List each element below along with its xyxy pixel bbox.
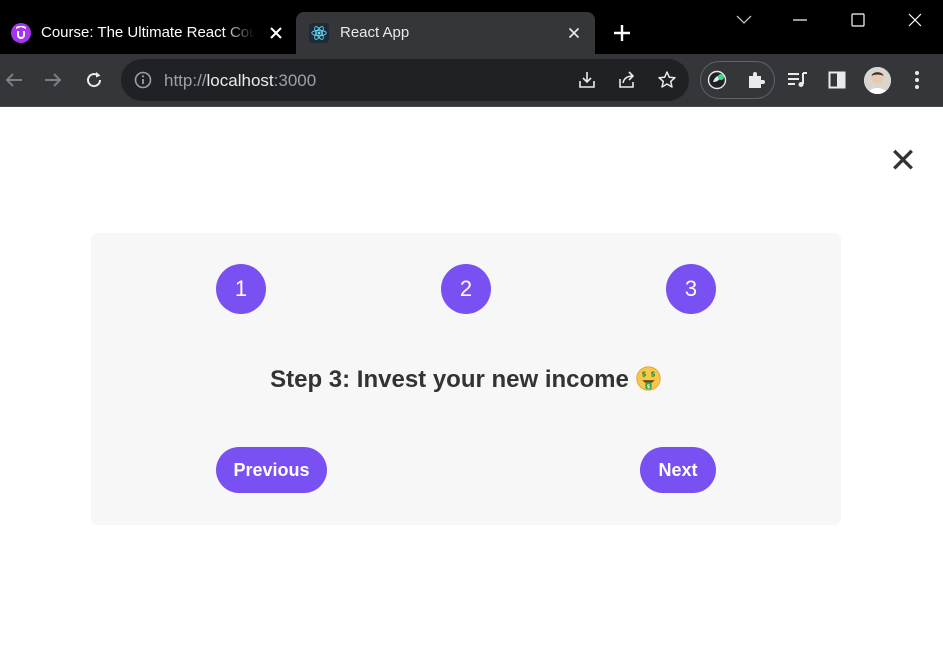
new-tab-button[interactable] bbox=[608, 20, 636, 46]
tab-search-button[interactable] bbox=[724, 4, 764, 36]
maximize-button[interactable] bbox=[838, 4, 878, 36]
info-icon[interactable] bbox=[134, 71, 152, 89]
extension-button[interactable] bbox=[703, 66, 731, 94]
previous-button[interactable]: Previous bbox=[216, 447, 327, 493]
udemy-icon bbox=[11, 23, 31, 43]
extensions-button[interactable] bbox=[742, 66, 770, 94]
tab-close-icon[interactable] bbox=[564, 23, 584, 43]
close-window-button[interactable] bbox=[895, 4, 935, 36]
forward-button[interactable] bbox=[39, 66, 67, 94]
address-bar[interactable]: http://localhost:3000 bbox=[121, 59, 689, 101]
arrow-left-icon bbox=[5, 73, 22, 87]
profile-avatar[interactable] bbox=[864, 67, 891, 94]
step-number-1: 1 bbox=[216, 264, 266, 314]
close-icon bbox=[908, 13, 922, 27]
url-port: :3000 bbox=[273, 71, 317, 90]
browser-menu-button[interactable] bbox=[903, 66, 931, 94]
maximize-icon bbox=[851, 13, 865, 27]
tab-title: Course: The Ultimate React Course bbox=[41, 24, 255, 41]
money-mouth-face-icon: $ $ $ bbox=[636, 366, 661, 391]
step-number-3: 3 bbox=[666, 264, 716, 314]
tab-close-icon[interactable] bbox=[266, 23, 286, 43]
next-button[interactable]: Next bbox=[640, 447, 716, 493]
url-scheme: http:// bbox=[164, 71, 207, 90]
url-host: localhost bbox=[206, 71, 274, 90]
browser-titlebar: Course: The Ultimate React Course React … bbox=[0, 0, 943, 54]
back-button[interactable] bbox=[0, 66, 28, 94]
url-text[interactable]: http://localhost:3000 bbox=[164, 71, 316, 91]
svg-text:$: $ bbox=[650, 370, 655, 379]
minimize-button[interactable] bbox=[780, 4, 820, 36]
tab-react-app[interactable]: React App bbox=[296, 12, 595, 54]
steps-card: 1 2 3 Step 3: Invest your new income $ $… bbox=[91, 233, 841, 525]
minimize-icon bbox=[793, 19, 807, 21]
step-message-text: Step 3: Invest your new income bbox=[270, 366, 629, 393]
step-message: Step 3: Invest your new income $ $ $ bbox=[91, 365, 841, 394]
puzzle-icon bbox=[749, 72, 765, 88]
page-content: ✕ 1 2 3 Step 3: Invest your new income $… bbox=[0, 108, 943, 658]
media-queue-icon bbox=[788, 72, 807, 87]
browser-toolbar: http://localhost:3000 bbox=[0, 54, 943, 107]
svg-text:$: $ bbox=[641, 370, 646, 379]
more-vertical-icon bbox=[915, 71, 919, 89]
extension-icon bbox=[707, 70, 727, 90]
star-icon bbox=[658, 71, 676, 88]
extensions-group bbox=[700, 61, 775, 99]
side-panel-icon bbox=[828, 71, 846, 89]
share-icon bbox=[619, 71, 635, 88]
reading-list-button[interactable] bbox=[783, 66, 811, 94]
tab-title: React App bbox=[340, 24, 410, 41]
share-button[interactable] bbox=[616, 69, 638, 91]
reload-button[interactable] bbox=[80, 66, 108, 94]
avatar-icon bbox=[864, 67, 891, 94]
bookmark-button[interactable] bbox=[656, 69, 678, 91]
step-number-2: 2 bbox=[441, 264, 491, 314]
side-panel-button[interactable] bbox=[823, 66, 851, 94]
download-icon bbox=[579, 72, 595, 88]
svg-text:$: $ bbox=[647, 384, 651, 390]
react-icon bbox=[309, 23, 329, 43]
close-steps-button[interactable]: ✕ bbox=[885, 143, 921, 179]
install-app-button[interactable] bbox=[576, 69, 598, 91]
plus-icon bbox=[614, 25, 630, 41]
reload-icon bbox=[87, 72, 102, 88]
tab-udemy-course[interactable]: Course: The Ultimate React Course bbox=[0, 12, 294, 54]
arrow-right-icon bbox=[45, 73, 62, 87]
chevron-down-icon bbox=[736, 15, 752, 24]
